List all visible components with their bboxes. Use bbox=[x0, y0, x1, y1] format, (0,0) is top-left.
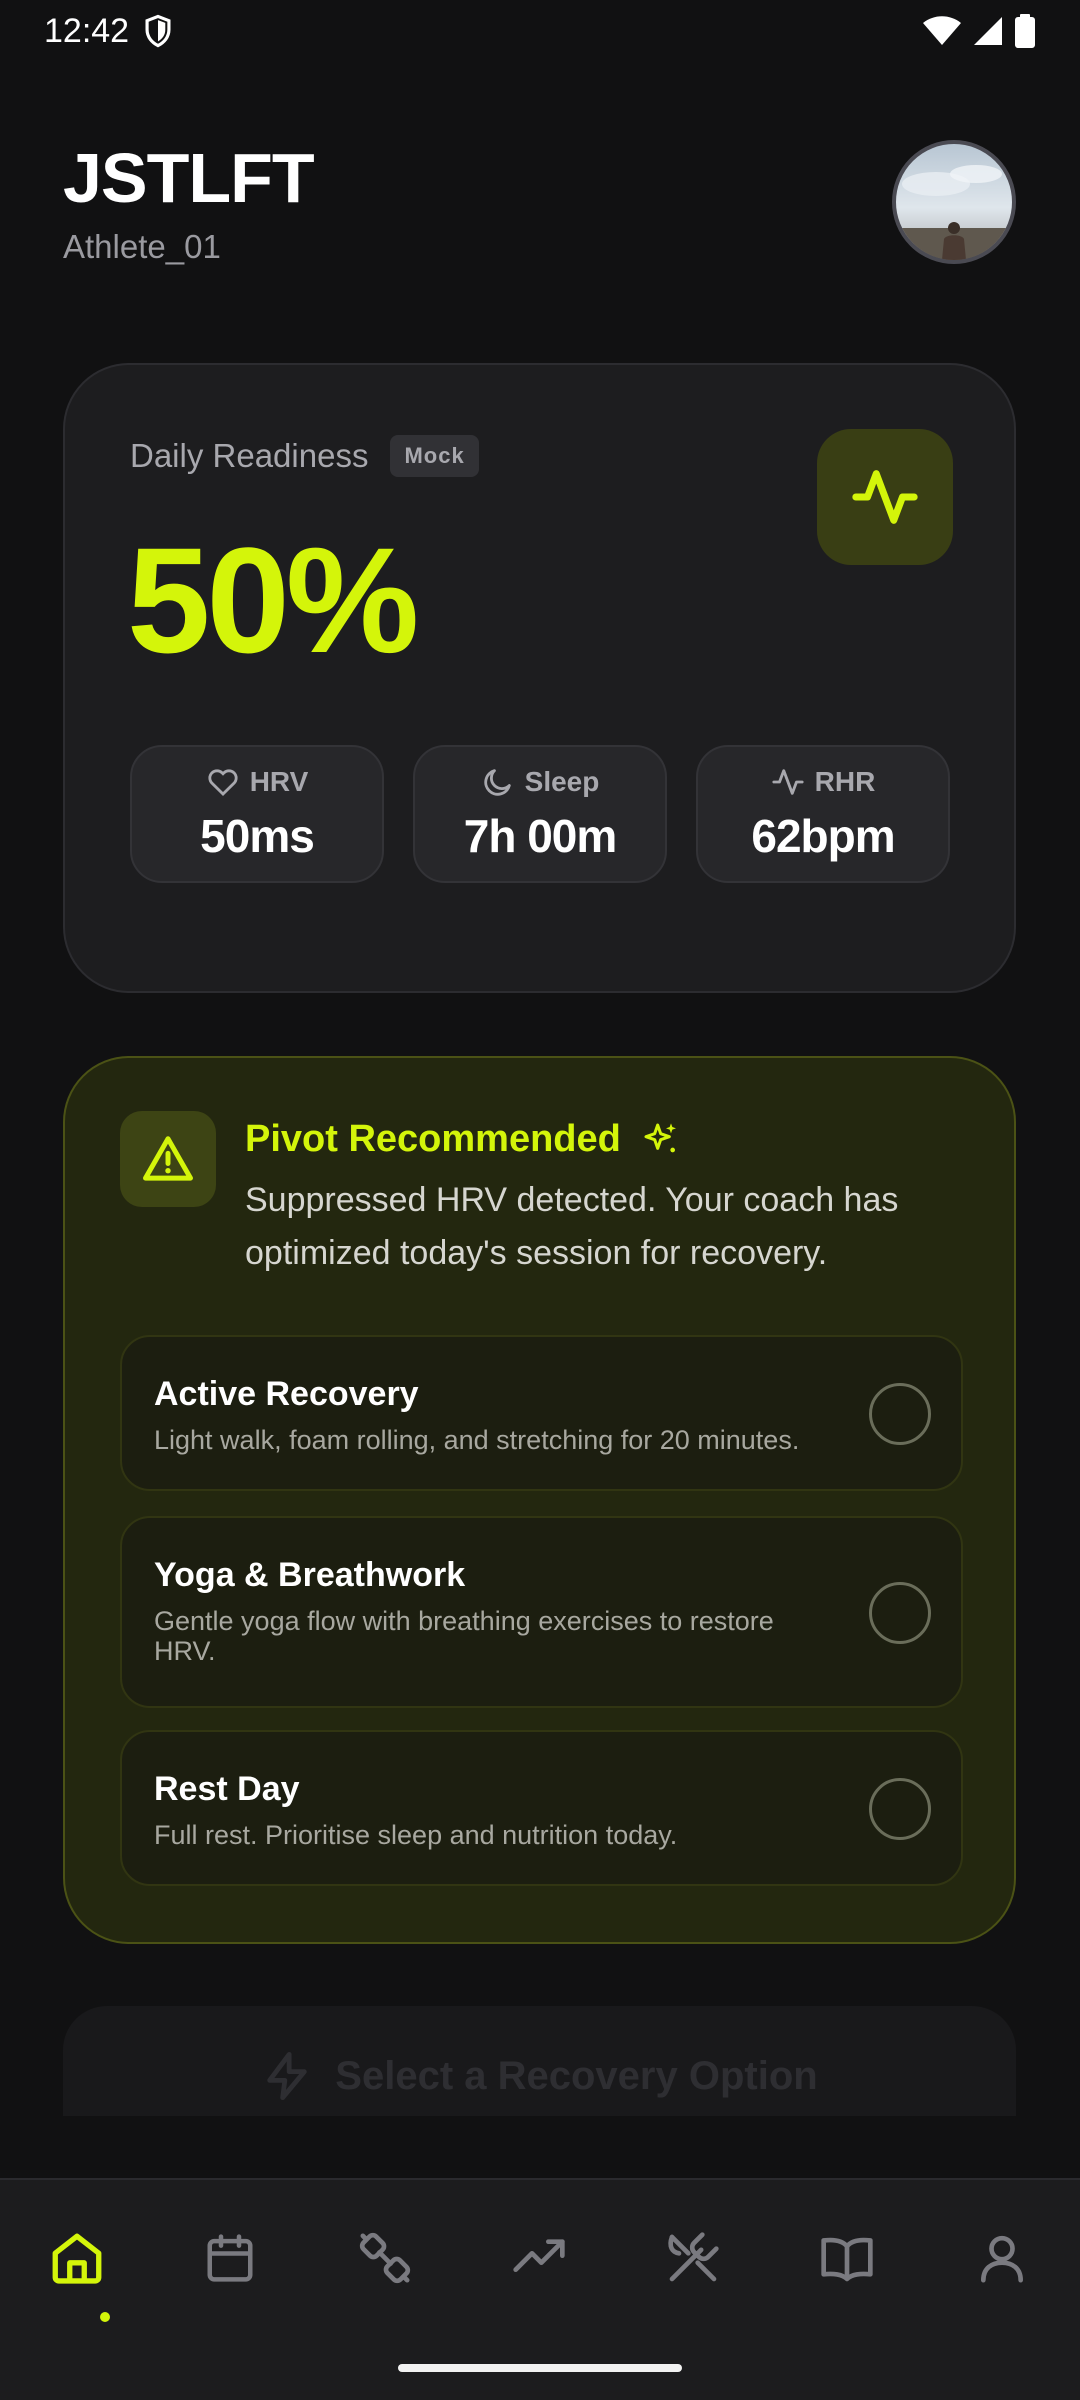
option-active-recovery[interactable]: Active Recovery Light walk, foam rolling… bbox=[120, 1335, 963, 1491]
metric-sleep[interactable]: Sleep 7h 00m bbox=[413, 745, 667, 883]
metric-label: HRV bbox=[249, 766, 309, 797]
trending-up-icon bbox=[513, 2239, 565, 2272]
pivot-title: Pivot Recommended bbox=[245, 1118, 621, 1160]
status-bar: 12:42 bbox=[0, 0, 1080, 62]
shield-icon bbox=[145, 14, 171, 48]
select-recovery-button[interactable]: Select a Recovery Option bbox=[63, 2006, 1016, 2116]
option-radio[interactable] bbox=[869, 1582, 931, 1644]
option-radio[interactable] bbox=[869, 1383, 931, 1445]
user-icon bbox=[981, 2235, 1023, 2283]
app-title: JSTLFT bbox=[63, 139, 315, 217]
pivot-card: Pivot Recommended Suppressed HRV detecte… bbox=[63, 1056, 1016, 1944]
metric-rhr[interactable]: RHR 62bpm bbox=[696, 745, 950, 883]
active-indicator bbox=[100, 2312, 110, 2322]
header: JSTLFT Athlete_01 bbox=[63, 138, 315, 266]
option-radio[interactable] bbox=[869, 1778, 931, 1840]
home-indicator[interactable] bbox=[398, 2364, 682, 2372]
moon-icon bbox=[483, 769, 511, 796]
username: Athlete_01 bbox=[63, 228, 221, 265]
nav-learn[interactable] bbox=[797, 2208, 897, 2308]
readiness-score: 50% bbox=[127, 516, 419, 684]
nav-calendar[interactable] bbox=[180, 2208, 280, 2308]
pivot-description: Suppressed HRV detected. Your coach has … bbox=[245, 1181, 899, 1272]
option-rest-day[interactable]: Rest Day Full rest. Prioritise sleep and… bbox=[120, 1730, 963, 1886]
mock-badge: Mock bbox=[390, 435, 479, 477]
readiness-card: Daily Readiness Mock 50% HRV 50ms Sleep bbox=[63, 363, 1016, 993]
status-time: 12:42 bbox=[44, 11, 130, 50]
sparkles-icon bbox=[644, 1122, 676, 1152]
metrics-row: HRV 50ms Sleep 7h 00m RHR 62bpm bbox=[130, 745, 950, 883]
warning-icon bbox=[143, 1136, 193, 1181]
signal-icon bbox=[974, 17, 1002, 45]
option-yoga-breathwork[interactable]: Yoga & Breathwork Gentle yoga flow with … bbox=[120, 1516, 963, 1708]
home-icon bbox=[52, 2233, 102, 2284]
wifi-icon bbox=[923, 16, 961, 45]
select-recovery-label: Select a Recovery Option bbox=[335, 2053, 818, 2098]
book-icon bbox=[821, 2237, 873, 2282]
nav-home[interactable] bbox=[27, 2208, 127, 2322]
option-description: Gentle yoga flow with breathing exercise… bbox=[154, 1606, 774, 1666]
utensils-crossed-icon bbox=[668, 2232, 719, 2282]
zap-icon bbox=[267, 2051, 308, 2101]
nav-progress[interactable] bbox=[489, 2208, 589, 2308]
metric-value: 62bpm bbox=[751, 810, 895, 862]
metric-label: RHR bbox=[814, 766, 876, 797]
nav-nutrition[interactable] bbox=[643, 2208, 743, 2308]
warning-badge bbox=[120, 1111, 216, 1207]
option-title: Rest Day bbox=[154, 1770, 300, 1808]
nav-workouts[interactable] bbox=[335, 2208, 435, 2308]
nav-profile[interactable] bbox=[952, 2208, 1052, 2308]
activity-icon bbox=[772, 769, 804, 795]
avatar-photo bbox=[896, 165, 1012, 260]
heart-icon bbox=[208, 769, 238, 797]
battery-icon bbox=[1015, 14, 1035, 48]
activity-icon bbox=[852, 470, 918, 524]
pulse-button[interactable] bbox=[817, 429, 953, 565]
readiness-label: Daily Readiness bbox=[130, 437, 369, 474]
avatar[interactable] bbox=[892, 140, 1016, 264]
metric-value: 7h 00m bbox=[463, 810, 618, 862]
metric-value: 50ms bbox=[200, 810, 315, 862]
calendar-icon bbox=[207, 2234, 253, 2282]
dumbbell-icon bbox=[359, 2232, 411, 2284]
option-description: Light walk, foam rolling, and stretching… bbox=[154, 1425, 800, 1455]
option-title: Active Recovery bbox=[154, 1375, 419, 1413]
metric-hrv[interactable]: HRV 50ms bbox=[130, 745, 384, 883]
metric-label: Sleep bbox=[524, 766, 600, 797]
option-description: Full rest. Prioritise sleep and nutritio… bbox=[154, 1820, 678, 1850]
option-title: Yoga & Breathwork bbox=[154, 1556, 466, 1594]
